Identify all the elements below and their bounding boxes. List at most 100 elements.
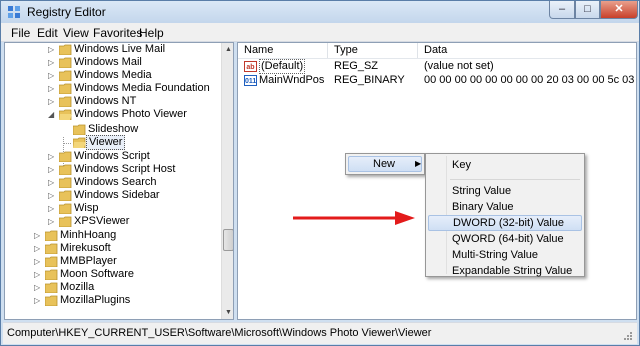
folder-icon xyxy=(59,96,72,107)
tree-item[interactable]: ▷ Windows Media Foundation xyxy=(5,82,221,95)
tree-vertical-scrollbar[interactable]: ▲ ▼ xyxy=(221,43,233,319)
tree-item[interactable]: ▷ Mozilla xyxy=(5,281,221,294)
submenu-item-dword-value[interactable]: DWORD (32-bit) Value xyxy=(428,215,582,231)
context-menu-new-label: New xyxy=(373,158,396,170)
key-tree[interactable]: ▷ Windows Live Mail ▷ Windows Mail ▷ Win… xyxy=(4,42,234,320)
context-menu: New ▶ xyxy=(345,153,425,175)
close-button[interactable]: ✕ xyxy=(600,1,638,19)
expand-arrow-icon[interactable]: ▷ xyxy=(34,281,40,294)
title-bar[interactable]: Registry Editor – □ ✕ xyxy=(1,1,639,23)
expand-arrow-icon[interactable]: ▷ xyxy=(34,268,40,281)
collapse-arrow-icon[interactable]: ◢ xyxy=(48,108,54,121)
expand-arrow-icon[interactable]: ▷ xyxy=(34,294,40,307)
tree-item[interactable]: ▷ Mirekusoft xyxy=(5,242,221,255)
expand-arrow-icon[interactable]: ▷ xyxy=(34,255,40,268)
value-data: (value not set) xyxy=(424,60,494,72)
submenu-item-string-value[interactable]: String Value xyxy=(428,183,582,199)
scroll-thumb[interactable] xyxy=(223,229,233,251)
tree-item-label: MMBPlayer xyxy=(60,255,117,267)
tree-item-label: MozillaPlugins xyxy=(60,294,131,306)
tree-item[interactable]: ▷ Windows Sidebar xyxy=(5,189,221,202)
menu-favorites[interactable]: Favorites xyxy=(93,26,142,40)
maximize-button[interactable]: □ xyxy=(575,1,600,19)
tree-item[interactable]: ▷ Windows Script Host xyxy=(5,163,221,176)
submenu-item-key[interactable]: Key xyxy=(428,157,582,173)
tree-item[interactable]: ▷ Windows Live Mail xyxy=(5,43,221,56)
submenu-item-multi-string-value[interactable]: Multi-String Value xyxy=(428,247,582,263)
tree-item-label: Windows Script xyxy=(74,150,150,162)
menu-file[interactable]: File xyxy=(11,26,30,40)
menu-help[interactable]: Help xyxy=(139,26,164,40)
menu-bar: File Edit View Favorites Help xyxy=(1,23,639,42)
column-header-type[interactable]: Type xyxy=(328,43,418,58)
expand-arrow-icon[interactable]: ▷ xyxy=(48,189,54,202)
tree-item[interactable]: ▷ Moon Software xyxy=(5,268,221,281)
submenu-item-binary-value[interactable]: Binary Value xyxy=(428,199,582,215)
submenu-item-qword-value[interactable]: QWORD (64-bit) Value xyxy=(428,231,582,247)
tree-item[interactable]: ▷ MinhHoang xyxy=(5,229,221,242)
folder-icon xyxy=(45,243,58,254)
tree-item[interactable]: ▷ MMBPlayer xyxy=(5,255,221,268)
tree-item-label: Windows Media Foundation xyxy=(74,82,210,94)
tree-item-label: Windows Script Host xyxy=(74,163,176,175)
expand-arrow-icon[interactable]: ▷ xyxy=(48,215,54,228)
folder-icon xyxy=(59,57,72,68)
folder-icon xyxy=(59,44,72,55)
tree-item-selected[interactable]: Viewer xyxy=(5,135,221,150)
expand-arrow-icon[interactable]: ▷ xyxy=(48,176,54,189)
submenu-item-expandable-string-value[interactable]: Expandable String Value xyxy=(428,263,582,279)
tree-item-label: Windows Photo Viewer xyxy=(74,108,187,120)
tree-item[interactable]: ▷ Windows Search xyxy=(5,176,221,189)
tree-item[interactable]: ▷ Windows Media xyxy=(5,69,221,82)
tree-item-label: Windows Mail xyxy=(74,56,142,68)
tree-item[interactable]: ▷ XPSViewer xyxy=(5,215,221,228)
registry-icon xyxy=(8,6,20,18)
expand-arrow-icon[interactable]: ▷ xyxy=(48,202,54,215)
menu-view[interactable]: View xyxy=(63,26,89,40)
tree-item-label: Windows NT xyxy=(74,95,137,107)
tree-item[interactable]: ▷ Windows Script xyxy=(5,150,221,163)
expand-arrow-icon[interactable]: ▷ xyxy=(34,242,40,255)
expand-arrow-icon[interactable]: ▷ xyxy=(48,82,54,95)
menu-edit[interactable]: Edit xyxy=(37,26,58,40)
tree-item[interactable]: ▷ Wisp xyxy=(5,202,221,215)
tree-item-label: XPSViewer xyxy=(74,215,130,227)
folder-icon xyxy=(59,151,72,162)
value-row[interactable]: ab (Default) REG_SZ (value not set) xyxy=(238,59,636,74)
folder-icon xyxy=(73,124,86,135)
registry-editor-window: Registry Editor – □ ✕ File Edit View Fav… xyxy=(0,0,640,346)
tree-item-label: Wisp xyxy=(74,202,99,214)
context-menu-new[interactable]: New ▶ xyxy=(348,156,422,172)
value-name: (Default) xyxy=(259,59,306,74)
folder-icon xyxy=(45,282,58,293)
column-header-data[interactable]: Data xyxy=(418,43,636,58)
tree-item[interactable]: ▷ MozillaPlugins xyxy=(5,294,221,307)
value-name: MainWndPos xyxy=(259,74,325,86)
folder-open-icon xyxy=(59,109,72,120)
scroll-down-arrow-icon[interactable]: ▼ xyxy=(222,306,233,319)
expand-arrow-icon[interactable]: ▷ xyxy=(48,163,54,176)
expand-arrow-icon[interactable]: ▷ xyxy=(48,43,54,56)
new-submenu: Key String Value Binary Value DWORD (32-… xyxy=(425,153,585,277)
scroll-up-arrow-icon[interactable]: ▲ xyxy=(222,43,233,57)
expand-arrow-icon[interactable]: ▷ xyxy=(48,95,54,108)
tree-item[interactable]: ◢ Windows Photo Viewer xyxy=(5,108,221,121)
folder-icon xyxy=(45,295,58,306)
tree-item-label: Moon Software xyxy=(60,268,134,280)
tree-item[interactable]: ▷ Windows Mail xyxy=(5,56,221,69)
expand-arrow-icon[interactable]: ▷ xyxy=(48,150,54,163)
tree-item[interactable]: ▷ Windows NT xyxy=(5,95,221,108)
value-row[interactable]: 011 MainWndPos REG_BINARY 00 00 00 00 00… xyxy=(238,74,636,87)
tree-item-label: MinhHoang xyxy=(60,229,117,241)
value-type: REG_BINARY xyxy=(334,74,405,86)
expand-arrow-icon[interactable]: ▷ xyxy=(34,229,40,242)
column-header-name[interactable]: Name xyxy=(238,43,328,58)
minimize-button[interactable]: – xyxy=(549,1,575,19)
tree-item-label: Mirekusoft xyxy=(60,242,111,254)
tree-item-label: Windows Sidebar xyxy=(74,189,160,201)
expand-arrow-icon[interactable]: ▷ xyxy=(48,56,54,69)
value-type: REG_SZ xyxy=(334,60,379,72)
expand-arrow-icon[interactable]: ▷ xyxy=(48,69,54,82)
submenu-arrow-icon: ▶ xyxy=(415,159,422,168)
resize-grip-icon[interactable] xyxy=(623,331,633,341)
